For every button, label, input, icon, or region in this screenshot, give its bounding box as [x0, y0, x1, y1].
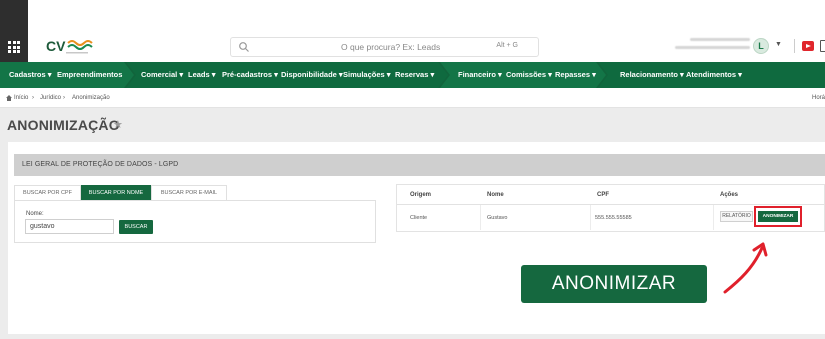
- name-label: Nome:: [26, 211, 44, 217]
- search-input[interactable]: O que procura? Ex: Leads Alt + G: [230, 37, 539, 57]
- column-header-origem: Origem: [410, 192, 432, 198]
- column-divider: [590, 205, 591, 230]
- anonimizar-button[interactable]: ANONIMIZAR: [758, 211, 798, 222]
- column-header-cpf: CPF: [597, 192, 609, 198]
- column-header-acoes: Ações: [720, 192, 739, 198]
- nav-item-leads[interactable]: Leads ▾: [188, 70, 216, 79]
- top-bar: CV O que procura? Ex: Leads Alt + G L ▼: [0, 0, 825, 62]
- divider: [794, 39, 795, 53]
- table-header-divider: [397, 204, 825, 205]
- home-icon: [6, 95, 12, 101]
- nav-item-comissoes[interactable]: Comissões ▾: [506, 70, 552, 79]
- nav-item-atendimentos[interactable]: Atendimentos ▾: [686, 70, 742, 79]
- nav-item-disponibilidade[interactable]: Disponibilidade ▾: [281, 70, 343, 79]
- document-icon[interactable]: [820, 40, 825, 52]
- section-title: LEI GERAL DE PROTEÇÃO DE DADOS - LGPD: [22, 161, 179, 168]
- name-input[interactable]: gustavo: [25, 219, 114, 234]
- breadcrumb-separator: ›: [63, 95, 65, 101]
- page-title: ANONIMIZAÇÃO: [7, 117, 120, 133]
- tab-buscar-email[interactable]: BUSCAR POR E-MAIL: [151, 185, 227, 200]
- nav-item-reservas[interactable]: Reservas ▾: [395, 70, 434, 79]
- search-shortcut: Alt + G: [496, 42, 518, 49]
- chevron-down-icon[interactable]: ▼: [775, 41, 782, 48]
- cell-nome: Gustavo: [487, 215, 508, 221]
- anonimizar-callout: ANONIMIZAR: [521, 265, 707, 303]
- nav-item-pre-cadastros[interactable]: Pré-cadastros ▾: [222, 70, 278, 79]
- nav-item-repasses[interactable]: Repasses ▾: [555, 70, 596, 79]
- nav-item-empreendimentos[interactable]: Empreendimentos: [57, 70, 122, 79]
- nav-item-financeiro[interactable]: Financeiro ▾: [458, 70, 502, 79]
- main-nav: Cadastros ▾ Empreendimentos Comercial ▾ …: [0, 62, 825, 88]
- cell-cpf: 555.555.55585: [595, 215, 632, 221]
- nav-item-simulacoes[interactable]: Simulações ▾: [343, 70, 391, 79]
- apps-menu-button[interactable]: [0, 0, 28, 62]
- user-name-blurred: [675, 38, 750, 54]
- cell-origem: Cliente: [410, 215, 428, 221]
- search-placeholder: O que procura? Ex: Leads: [341, 42, 441, 52]
- breadcrumb: Início › Jurídico › Anonimização Horá: [0, 88, 825, 108]
- column-divider: [713, 205, 714, 230]
- search-icon: [239, 42, 249, 52]
- svg-text:CV: CV: [46, 38, 66, 54]
- avatar[interactable]: L: [753, 38, 769, 54]
- star-icon[interactable]: ★: [113, 118, 123, 131]
- tab-buscar-nome[interactable]: BUSCAR POR NOME: [81, 185, 151, 200]
- nav-item-relacionamento[interactable]: Relacionamento ▾: [620, 70, 684, 79]
- breadcrumb-item-inicio[interactable]: Início: [14, 95, 28, 101]
- arrow-icon: [723, 242, 768, 294]
- column-divider: [480, 205, 481, 230]
- breadcrumb-separator: ›: [32, 95, 34, 101]
- tab-buscar-cpf[interactable]: BUSCAR POR CPF: [14, 185, 81, 200]
- nav-item-cadastros[interactable]: Cadastros ▾: [9, 70, 52, 79]
- breadcrumb-item-anonimizacao: Anonimização: [72, 95, 110, 101]
- youtube-icon[interactable]: [802, 41, 814, 51]
- grid-icon: [8, 41, 20, 53]
- breadcrumb-right-text: Horá: [811, 95, 825, 101]
- relatorio-button[interactable]: RELATÓRIO: [720, 211, 753, 222]
- nav-item-comercial[interactable]: Comercial ▾: [141, 70, 183, 79]
- buscar-button[interactable]: BUSCAR: [119, 220, 153, 234]
- column-header-nome: Nome: [487, 192, 504, 198]
- section-header: LEI GERAL DE PROTEÇÃO DE DADOS - LGPD: [14, 154, 825, 176]
- cv-logo[interactable]: CV: [46, 37, 96, 57]
- breadcrumb-item-juridico[interactable]: Jurídico: [40, 95, 61, 101]
